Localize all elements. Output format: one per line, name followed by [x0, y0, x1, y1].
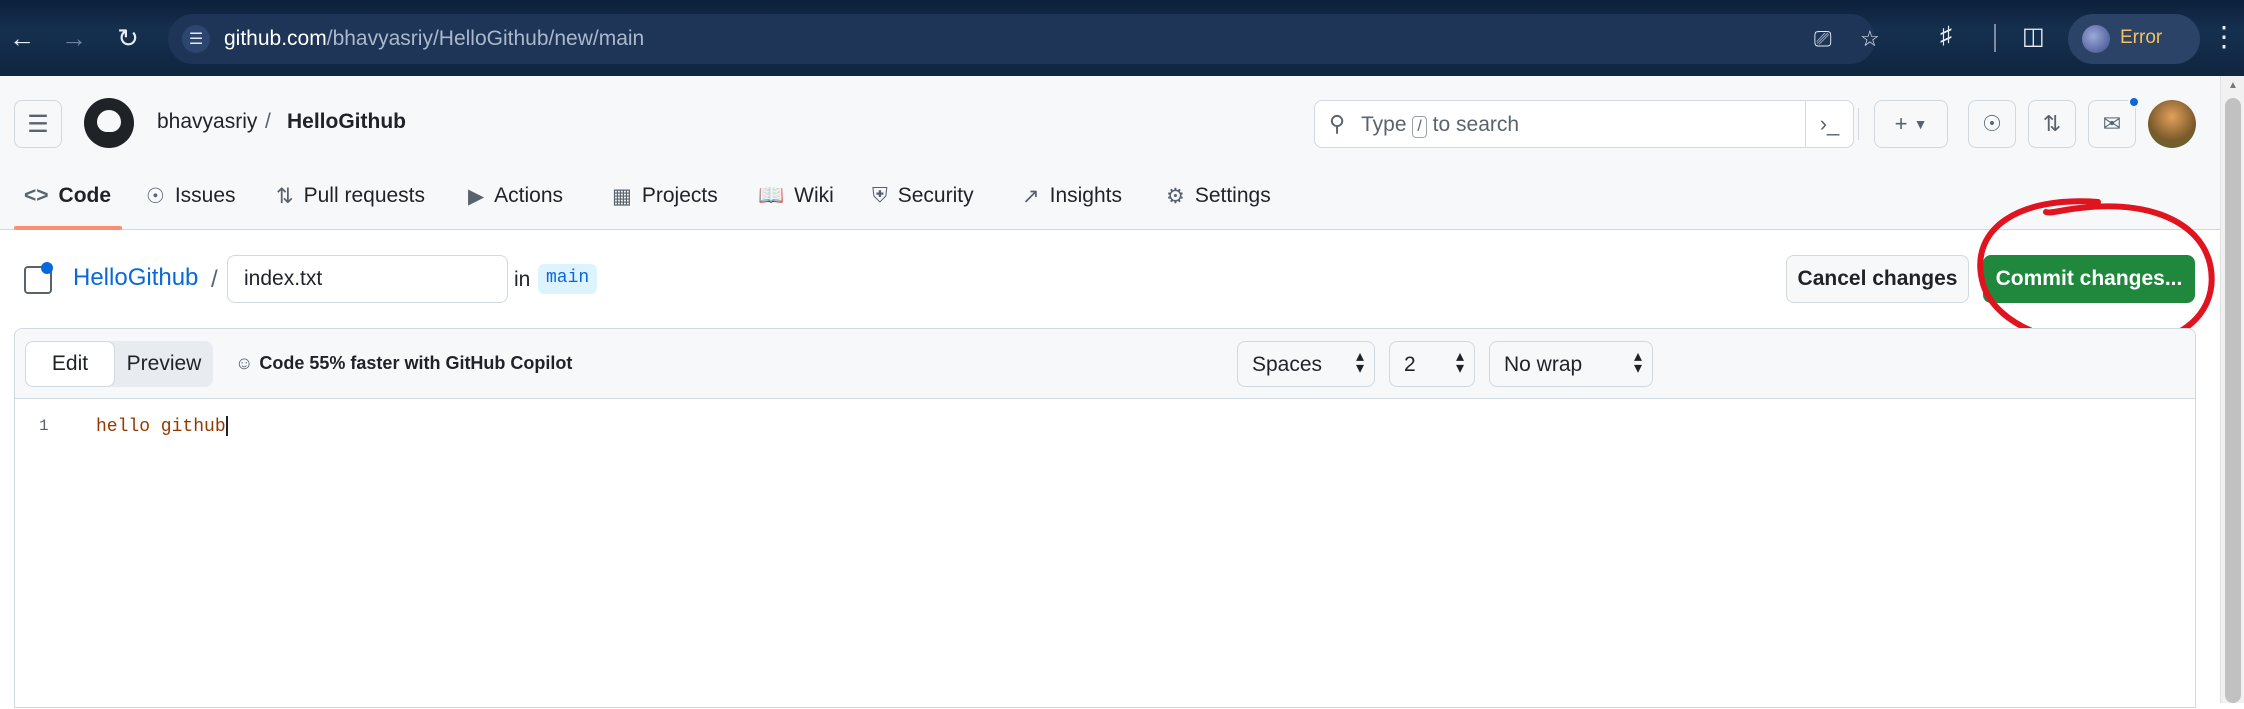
filename-input[interactable] [227, 255, 508, 303]
tab-pull-requests[interactable]: ⇅ Pull requests [276, 176, 425, 230]
select-caret-icon: ▴ ▾ [1355, 348, 1364, 377]
pull-requests-icon[interactable]: ⇅ [2028, 100, 2076, 148]
issue-opened-icon: ☉ [146, 185, 165, 208]
repo-link[interactable]: HelloGithub [73, 264, 198, 292]
tab-projects[interactable]: ▦ Projects [612, 176, 718, 230]
command-palette-icon[interactable]: ›_ [1805, 101, 1853, 147]
text-cursor [225, 416, 228, 436]
tab-code[interactable]: <> Code [24, 176, 111, 230]
inbox-icon[interactable]: ✉ [2088, 100, 2136, 148]
reload-icon[interactable]: ↻ [112, 22, 144, 54]
browser-toolbar: ← → ↻ ☰ github.com/bhavyasriy/HelloGithu… [0, 0, 2244, 76]
wrap-mode-select[interactable]: No wrap ▴ ▾ [1489, 341, 1653, 387]
url-text[interactable]: github.com/bhavyasriy/HelloGithub/new/ma… [224, 27, 644, 51]
gear-icon: ⚙ [1166, 185, 1185, 208]
back-arrow-icon[interactable]: ← [6, 22, 38, 54]
code-line[interactable]: hello github [96, 416, 228, 437]
github-header: ☰ bhavyasriy / HelloGithub ⚲ Type / to s… [0, 76, 2220, 230]
notification-indicator [2128, 96, 2140, 108]
plus-icon: + [1894, 111, 1908, 136]
breadcrumb-owner[interactable]: bhavyasriy [157, 110, 257, 134]
scrollbar-thumb[interactable] [2225, 98, 2241, 703]
breadcrumb-separator: / [265, 110, 271, 133]
tab-edit[interactable]: Edit [25, 341, 115, 387]
select-caret-icon: ▴ ▾ [1455, 348, 1464, 377]
search-input[interactable]: ⚲ Type / to search ›_ [1314, 100, 1854, 148]
play-icon: ▶ [468, 185, 485, 208]
tab-issues[interactable]: ☉ Issues [146, 176, 236, 230]
address-bar[interactable]: ☰ github.com/bhavyasriy/HelloGithub/new/… [168, 14, 1880, 64]
browser-menu-icon[interactable]: ⋮ [2210, 20, 2238, 53]
profile-avatar [2082, 25, 2110, 53]
path-separator: / [211, 266, 218, 293]
indent-size-select[interactable]: 2 ▴ ▾ [1389, 341, 1475, 387]
tab-preview[interactable]: Preview [115, 341, 213, 387]
code-editor: Edit Preview ☺ Code 55% faster with GitHu… [14, 328, 2196, 708]
side-panel-icon[interactable]: ◫ [2022, 22, 2045, 51]
page-scrollbar[interactable]: ▲ [2220, 76, 2244, 703]
tab-insights[interactable]: ↗ Insights [1022, 176, 1122, 230]
table-icon: ▦ [612, 185, 632, 208]
tab-wiki[interactable]: 📖 Wiki [758, 176, 834, 230]
breadcrumb-repo[interactable]: HelloGithub [287, 110, 406, 134]
search-placeholder: Type / to search [1361, 113, 1520, 138]
tab-security[interactable]: ⛨ Security [872, 176, 974, 230]
in-label: in [514, 268, 531, 291]
slash-key-hint: / [1412, 116, 1427, 138]
git-pull-request-icon: ⇅ [276, 185, 294, 208]
copilot-icon: ☺ [235, 353, 254, 373]
install-app-icon[interactable]: ⎚ [1814, 26, 1832, 52]
shield-icon: ⛨ [872, 184, 888, 207]
bookmark-star-icon[interactable]: ☆ [1860, 26, 1880, 52]
code-icon: <> [24, 184, 49, 207]
selected-tab-indicator [14, 226, 122, 230]
header-divider [1858, 108, 1859, 140]
issues-icon[interactable]: ☉ [1968, 100, 2016, 148]
file-tree-indicator [41, 262, 53, 274]
book-icon: 📖 [758, 184, 785, 207]
graph-icon: ↗ [1022, 185, 1040, 208]
github-logo-icon[interactable] [84, 98, 134, 148]
select-caret-icon: ▴ ▾ [1633, 348, 1642, 377]
profile-error-label: Error [2120, 27, 2163, 48]
copilot-promo-link[interactable]: ☺ Code 55% faster with GitHub Copilot [235, 353, 572, 374]
editor-toolbar: Edit Preview ☺ Code 55% faster with GitHu… [15, 329, 2195, 399]
tab-actions[interactable]: ▶ Actions [468, 176, 563, 230]
site-settings-icon[interactable]: ☰ [182, 25, 210, 53]
profile-button[interactable]: Error [2068, 14, 2200, 64]
hamburger-menu-icon[interactable]: ☰ [14, 100, 62, 148]
toolbar-divider [1994, 24, 1996, 52]
triangle-down-icon: ▼ [1913, 116, 1928, 132]
scroll-up-arrow-icon[interactable]: ▲ [2228, 80, 2238, 91]
user-avatar[interactable] [2148, 100, 2196, 148]
forward-arrow-icon[interactable]: → [58, 22, 90, 54]
indent-mode-select[interactable]: Spaces ▴ ▾ [1237, 341, 1375, 387]
cancel-changes-button[interactable]: Cancel changes [1786, 255, 1969, 303]
search-icon: ⚲ [1329, 111, 1346, 136]
edit-preview-toggle: Edit Preview [25, 341, 213, 387]
extensions-icon[interactable]: ♯ [1940, 22, 1952, 50]
create-new-button[interactable]: + ▼ [1874, 100, 1948, 148]
tab-settings[interactable]: ⚙ Settings [1166, 176, 1271, 230]
branch-badge: main [538, 264, 598, 294]
line-number: 1 [39, 417, 49, 435]
code-text-area[interactable]: 1 hello github [15, 399, 2195, 709]
